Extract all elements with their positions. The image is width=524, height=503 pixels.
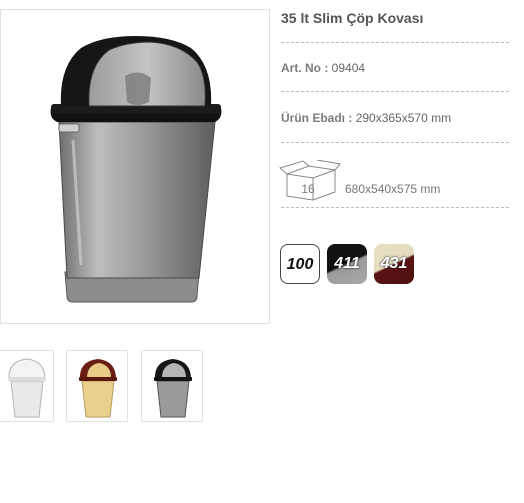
trash-bin-image (50, 36, 222, 303)
color-code: 431 (380, 255, 408, 272)
divider (281, 91, 509, 92)
product-dimensions: Ürün Ebadı : 290x365x570 mm (281, 111, 451, 125)
thumbnail-white[interactable] (0, 350, 54, 422)
color-swatch-431[interactable]: 431 (374, 244, 414, 284)
product-title: 35 lt Slim Çöp Kovası (281, 10, 424, 26)
color-swatch-100[interactable]: 100 (280, 244, 320, 284)
trash-bin-thumbnail-black (154, 359, 192, 418)
color-swatch-411[interactable]: 411 (327, 244, 367, 284)
product-dimensions-value: 290x365x570 mm (355, 111, 452, 125)
color-code: 100 (286, 256, 314, 273)
article-number-value: 09404 (331, 61, 366, 75)
thumbnail-black-grey[interactable] (141, 350, 203, 422)
thumbnail-brown-cream[interactable] (66, 350, 128, 422)
color-code: 411 (334, 255, 360, 272)
trash-bin-thumbnail-brown (79, 359, 117, 418)
box-dimensions: 680x540x575 mm (345, 182, 441, 196)
divider (281, 207, 509, 208)
article-number-label: Art. No : (281, 61, 329, 75)
divider (281, 42, 509, 43)
trash-bin-thumbnail-white (8, 358, 46, 418)
product-dimensions-label: Ürün Ebadı : (281, 111, 353, 125)
main-product-image[interactable] (0, 9, 270, 324)
box-quantity: 16 (301, 182, 315, 196)
divider (281, 142, 509, 143)
article-number: Art. No : 09404 (281, 61, 365, 75)
